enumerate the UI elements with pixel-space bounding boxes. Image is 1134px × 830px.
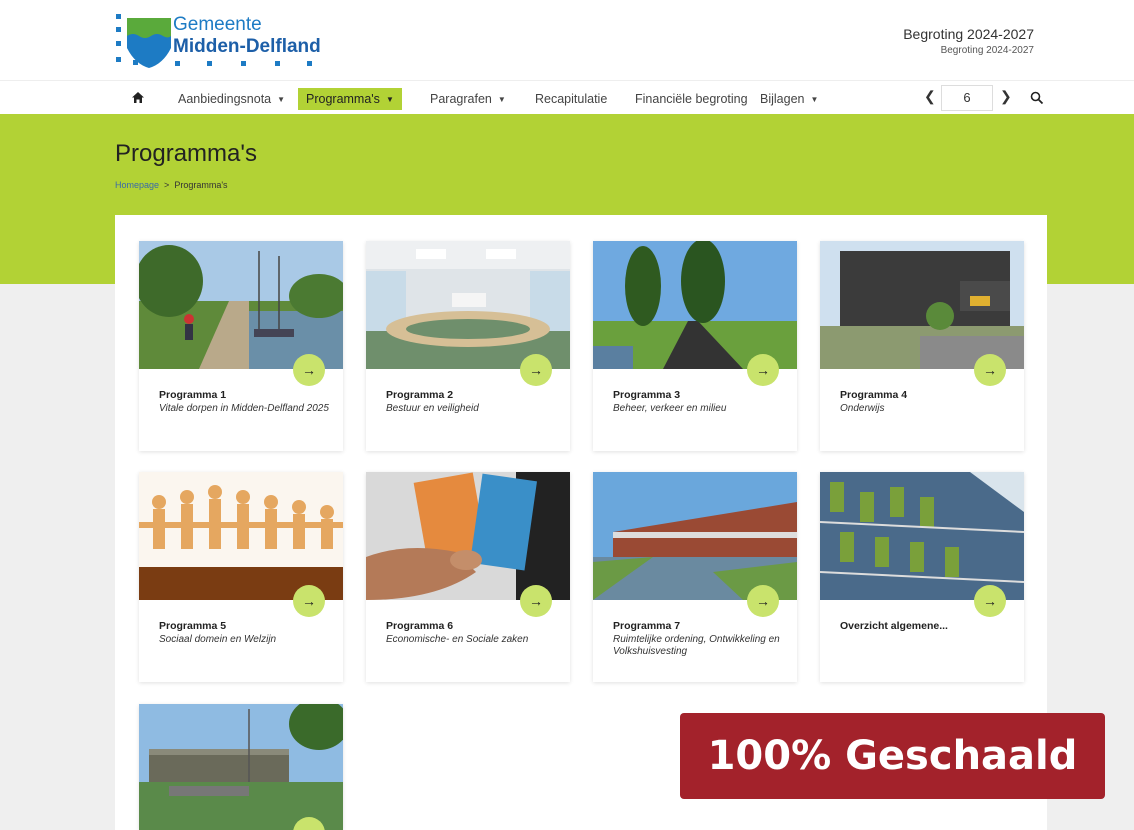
card-image [139,472,343,600]
program-card-5[interactable]: → Programma 5 Sociaal domein en Welzijn [139,472,343,682]
card-image [366,241,570,369]
caret-down-icon: ▼ [497,95,506,104]
card-title: Programma 2 [386,389,454,401]
search-icon[interactable] [1030,91,1044,105]
card-subtitle: Economische- en Sociale zaken [386,634,529,645]
arrow-right-icon[interactable]: → [974,354,1006,386]
nav-item-label: Programma's [306,92,380,106]
arrow-right-icon[interactable]: → [747,585,779,617]
card-title: Programma 5 [159,620,227,632]
page-number-input[interactable]: 6 [941,85,993,111]
program-card-9[interactable]: → [139,704,343,830]
nav-item-label: Bijlagen [760,92,805,106]
card-title: Programma 4 [840,389,908,401]
nav-item-label: Paragrafen [430,92,492,106]
card-image [366,472,570,600]
nav-item-programmas[interactable]: Programma's ▼ [298,88,402,110]
header-subtitle: Begroting 2024-2027 [940,45,1034,56]
program-card-7[interactable]: → Programma 7 Ruimtelijke ordening, Ontw… [593,472,797,682]
caret-down-icon: ▼ [385,95,394,104]
scaled-badge: 100% Geschaald [680,713,1105,799]
caret-down-icon: ▼ [277,95,286,104]
nav-item-label: Recapitulatie [535,92,608,106]
nav-item-aanbiedingsnota[interactable]: Aanbiedingsnota ▼ [170,88,293,110]
site-header: Gemeente Midden-Delfland Begroting 2024-… [0,0,1134,80]
nav-item-financiele-begroting[interactable]: Financiële begroting [627,88,756,110]
logo[interactable]: Gemeente Midden-Delfland [113,12,323,70]
nav-item-recapitulatie[interactable]: Recapitulatie [527,88,615,110]
card-title: Programma 3 [613,389,681,401]
arrow-right-icon[interactable]: → [293,354,325,386]
card-image [593,241,797,369]
card-subtitle: Bestuur en veiligheid [386,403,479,414]
card-image [139,704,343,830]
breadcrumb-separator: > [164,180,170,190]
card-title: Programma 1 [159,389,227,401]
header-title: Begroting 2024-2027 [903,26,1034,42]
arrow-right-icon[interactable]: → [293,585,325,617]
program-card-2[interactable]: → Programma 2 Bestuur en veiligheid [366,241,570,451]
program-card-3[interactable]: → Programma 3 Beheer, verkeer en milieu [593,241,797,451]
logo-text-line2: Midden-Delfland [173,36,321,57]
breadcrumb-home-link[interactable]: Homepage [115,180,159,190]
nav-item-label: Aanbiedingsnota [178,92,272,106]
card-title: Overzicht algemene... [840,620,948,632]
arrow-right-icon[interactable]: → [520,585,552,617]
card-image [593,472,797,600]
nav-item-bijlagen[interactable]: Bijlagen ▼ [752,88,826,110]
nav-item-paragrafen[interactable]: Paragrafen ▼ [422,88,514,110]
breadcrumb: Homepage > Programma's [115,180,228,190]
chevron-right-icon[interactable]: ❯ [1000,88,1012,105]
card-image [820,472,1024,600]
program-card-1[interactable]: → Programma 1 Vitale dorpen in Midden-De… [139,241,343,451]
header-document-title: Begroting 2024-2027 Begroting 2024-2027 [903,26,1034,56]
logo-shield-icon [116,14,171,68]
logo-dots-decoration [175,61,312,66]
main-navigation: Aanbiedingsnota ▼ Programma's ▼ Paragrafen… [0,80,1134,114]
card-subtitle: Sociaal domein en Welzijn [159,634,277,645]
card-subtitle: Beheer, verkeer en milieu [613,403,727,414]
card-image [139,241,343,369]
page-title: Programma's [115,140,257,167]
card-image [820,241,1024,369]
program-card-8[interactable]: → Overzicht algemene... [820,472,1024,682]
card-title: Programma 6 [386,620,454,632]
breadcrumb-current: Programma's [174,180,228,190]
card-title: Programma 7 [613,620,681,632]
card-subtitle: Vitale dorpen in Midden-Delfland 2025 [159,403,329,414]
arrow-right-icon[interactable]: → [974,585,1006,617]
card-subtitle: Ruimtelijke ordening, Ontwikkeling en Vo… [613,634,780,657]
program-card-6[interactable]: → Programma 6 Economische- en Sociale za… [366,472,570,682]
arrow-right-icon[interactable]: → [520,354,552,386]
chevron-left-icon[interactable]: ❮ [924,88,936,105]
program-card-4[interactable]: → Programma 4 Onderwijs [820,241,1024,451]
card-subtitle: Onderwijs [840,403,885,414]
caret-down-icon: ▼ [810,95,819,104]
arrow-right-icon[interactable]: → [747,354,779,386]
nav-item-label: Financiële begroting [635,92,748,106]
logo-text-line1: Gemeente [173,14,262,35]
home-icon[interactable] [131,91,145,105]
